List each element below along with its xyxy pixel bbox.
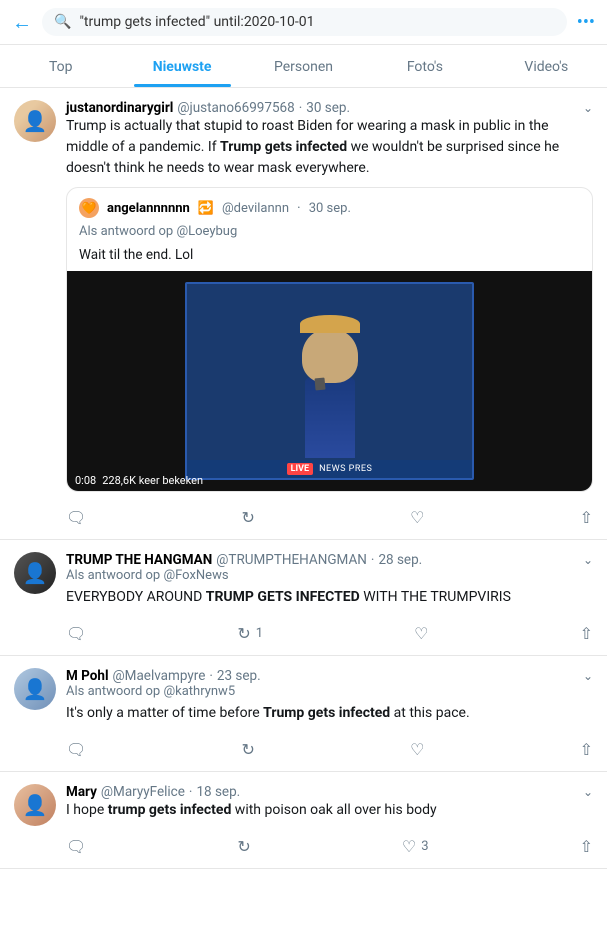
retweet-icon: ↻ [237, 837, 250, 856]
handle: @Maelvampyre [113, 668, 206, 684]
chevron-down-icon[interactable]: ⌄ [583, 101, 593, 115]
share-button[interactable]: ⇧ [580, 837, 593, 856]
chevron-down-icon[interactable]: ⌄ [583, 785, 593, 799]
search-query-text: "trump gets infected" until:2020-10-01 [79, 14, 314, 30]
tweet-date: 28 sep. [378, 552, 422, 568]
reply-to: Als antwoord op @kathrynw5 [66, 684, 593, 699]
tweet-date: 23 sep. [217, 668, 261, 684]
video-controls: 0:08 228,6K keer bekeken [75, 474, 203, 487]
tweet-row: 👤 Mary @MaryyFelice · 18 sep. ⌄ I hope t… [0, 772, 607, 869]
tweet-date: 18 sep. [196, 784, 240, 800]
tweet-actions: 🗨 ↻ ♡ 3 ⇧ [66, 829, 593, 856]
quoted-body: Wait til the end. Lol [67, 247, 592, 271]
like-icon: ♡ [410, 740, 424, 759]
retweet-icon: ↻ [241, 508, 254, 527]
like-icon: ♡ [402, 837, 416, 856]
username: TRUMP THE HANGMAN [66, 552, 212, 568]
reply-icon: 🗨 [66, 740, 86, 759]
tweet-row: 👤 justanordinarygirl @justano66997568 · … [0, 88, 607, 540]
avatar: 👤 [14, 784, 56, 826]
tab-nieuwste[interactable]: Nieuwste [121, 45, 242, 87]
handle: @justano66997568 [177, 100, 294, 116]
tab-fotos[interactable]: Foto's [364, 45, 485, 87]
search-icon: 🔍 [54, 14, 71, 30]
live-badge: LIVE [287, 463, 313, 475]
more-options-button[interactable]: ••• [577, 12, 595, 33]
retweet-button[interactable]: ↻ [237, 837, 250, 856]
nav-tabs: Top Nieuwste Personen Foto's Video's [0, 45, 607, 88]
share-button[interactable]: ⇧ [580, 508, 593, 527]
reply-icon: 🗨 [66, 624, 86, 643]
retweet-button[interactable]: ↻ [241, 508, 254, 527]
quoted-tweet[interactable]: 🧡 angelannnnnn 🔁 @devilannn · 30 sep. Al… [66, 187, 593, 492]
like-button[interactable]: ♡ [410, 508, 424, 527]
retweet-button[interactable]: ↻ [241, 740, 254, 759]
chevron-down-icon[interactable]: ⌄ [583, 669, 593, 683]
retweet-count: 1 [256, 626, 263, 641]
quoted-avatar: 🧡 [79, 198, 99, 218]
share-icon: ⇧ [580, 837, 593, 856]
like-icon: ♡ [410, 508, 424, 527]
tweet-date: 30 sep. [306, 100, 350, 116]
share-icon: ⇧ [580, 508, 593, 527]
share-button[interactable]: ⇧ [580, 624, 593, 643]
tweet-body: It's only a matter of time before Trump … [66, 703, 593, 724]
tab-top[interactable]: Top [0, 45, 121, 87]
tweet-actions: 🗨 ↻ ♡ ⇧ [66, 500, 593, 527]
search-box[interactable]: 🔍 "trump gets infected" until:2020-10-01 [42, 8, 567, 36]
tweet-body: I hope trump gets infected with poison o… [66, 800, 593, 821]
share-icon: ⇧ [580, 624, 593, 643]
like-count: 3 [421, 839, 428, 854]
tweet-row: 👤 TRUMP THE HANGMAN @TRUMPTHEHANGMAN · 2… [0, 540, 607, 656]
video-thumbnail[interactable]: mong deriveThat anyno R Pep [67, 271, 592, 491]
chevron-down-icon[interactable]: ⌄ [583, 553, 593, 567]
retweet-icon: ↻ [237, 624, 250, 643]
tweet-body: Trump is actually that stupid to roast B… [66, 116, 593, 179]
reply-to: Als antwoord op @FoxNews [66, 568, 593, 583]
top-bar: ← 🔍 "trump gets infected" until:2020-10-… [0, 0, 607, 45]
tweet-actions: 🗨 ↻ ♡ ⇧ [66, 732, 593, 759]
reply-icon: 🗨 [66, 837, 86, 856]
avatar: 👤 [14, 100, 56, 142]
like-button[interactable]: ♡ 3 [402, 837, 429, 856]
like-button[interactable]: ♡ [410, 740, 424, 759]
username: M Pohl [66, 668, 109, 684]
username: justanordinarygirl [66, 100, 173, 116]
handle: @MaryyFelice [101, 784, 185, 800]
quoted-date: 30 sep. [309, 201, 351, 216]
tweet-body: EVERYBODY AROUND TRUMP GETS INFECTED WIT… [66, 587, 593, 608]
quoted-tweet-header: 🧡 angelannnnnn 🔁 @devilannn · 30 sep. [67, 188, 592, 224]
avatar: 👤 [14, 552, 56, 594]
reply-button[interactable]: 🗨 [66, 837, 86, 856]
reply-button[interactable]: 🗨 [66, 508, 86, 527]
retweet-icon: ↻ [241, 740, 254, 759]
tweet-user-line: M Pohl @Maelvampyre · 23 sep. ⌄ [66, 668, 593, 684]
quoted-handle: @devilannn [222, 201, 289, 216]
reply-button[interactable]: 🗨 [66, 740, 86, 759]
tab-videos[interactable]: Video's [486, 45, 607, 87]
tweet-user-line: Mary @MaryyFelice · 18 sep. ⌄ [66, 784, 593, 800]
avatar: 👤 [14, 668, 56, 710]
tweet-user-line: TRUMP THE HANGMAN @TRUMPTHEHANGMAN · 28 … [66, 552, 593, 568]
retweet-button[interactable]: ↻ 1 [237, 624, 263, 643]
tab-personen[interactable]: Personen [243, 45, 364, 87]
reply-icon: 🗨 [66, 508, 86, 527]
tweet-actions: 🗨 ↻ 1 ♡ ⇧ [66, 616, 593, 643]
username: Mary [66, 784, 97, 800]
news-bar-text: NEWS PRES [319, 464, 372, 474]
handle: @TRUMPTHEHANGMAN [216, 552, 367, 568]
like-button[interactable]: ♡ [414, 624, 428, 643]
tweet-user-line: justanordinarygirl @justano66997568 · 30… [66, 100, 593, 116]
reply-to: Als antwoord op @Loeybug [67, 224, 592, 243]
tweet-row: 👤 M Pohl @Maelvampyre · 23 sep. ⌄ Als an… [0, 656, 607, 772]
reply-button[interactable]: 🗨 [66, 624, 86, 643]
like-icon: ♡ [414, 624, 428, 643]
quoted-username: angelannnnnn [107, 201, 190, 216]
back-button[interactable]: ← [12, 10, 32, 35]
share-button[interactable]: ⇧ [580, 740, 593, 759]
share-icon: ⇧ [580, 740, 593, 759]
